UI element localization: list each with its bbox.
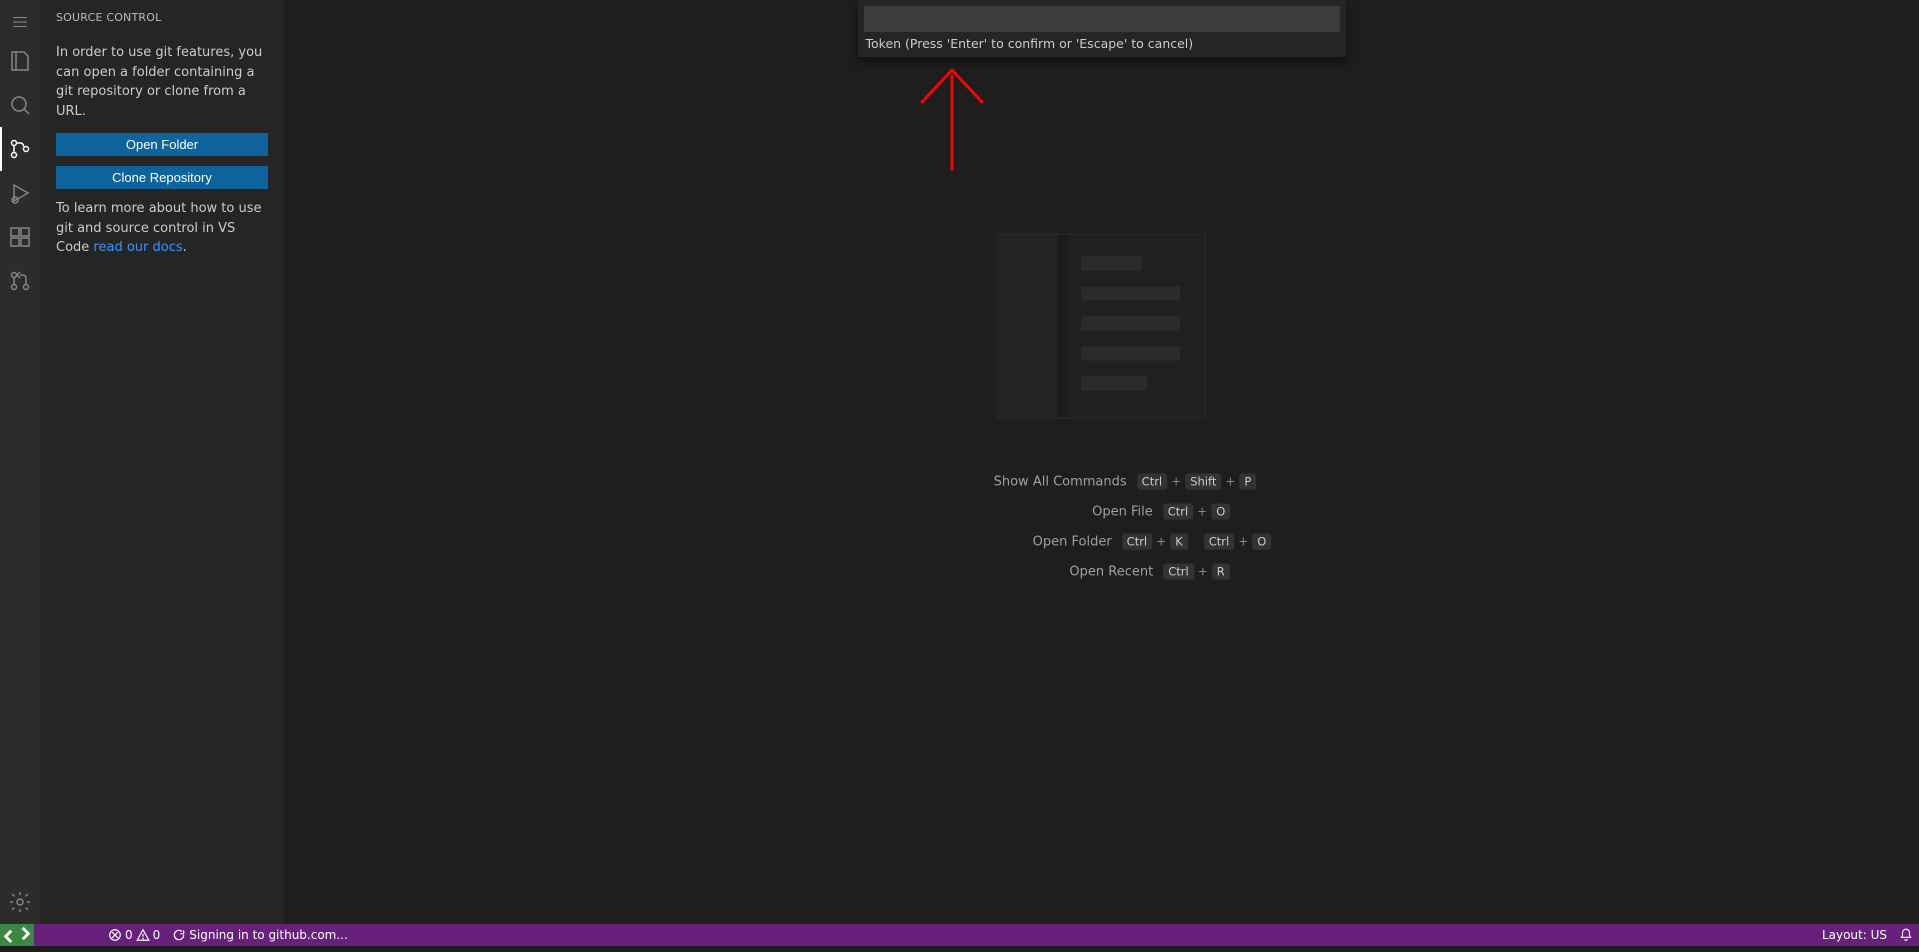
sidebar-intro-text: In order to use git features, you can op…	[56, 43, 268, 121]
sidebar-title: SOURCE CONTROL	[40, 0, 284, 35]
source-control-sidebar: SOURCE CONTROL In order to use git featu…	[40, 0, 284, 924]
signing-in-label: Signing in to github.com...	[189, 928, 348, 942]
keycap: P	[1239, 473, 1256, 490]
status-problems[interactable]: 0 0	[102, 924, 166, 946]
explorer-icon[interactable]	[0, 39, 40, 83]
search-icon[interactable]	[0, 83, 40, 127]
keycap: Shift	[1185, 473, 1221, 490]
clone-repository-button[interactable]: Clone Repository	[56, 166, 268, 189]
shortcut-label: Open Recent	[973, 564, 1153, 579]
shortcut-keys: Ctrl+O	[1163, 503, 1231, 520]
status-bar: 0 0 Signing in to github.com... Layout: …	[0, 924, 1919, 946]
keycap: O	[1252, 533, 1271, 550]
editor-watermark: Show All Commands Ctrl+Shift+P Open File Ct…	[932, 233, 1272, 580]
keycap: K	[1170, 533, 1188, 550]
app-menu-button[interactable]	[0, 4, 40, 39]
status-notifications-icon[interactable]	[1893, 924, 1919, 946]
shortcut-keys: Ctrl+KCtrl+O	[1122, 533, 1272, 550]
status-layout[interactable]: Layout: US	[1816, 924, 1893, 946]
sidebar-learn-text: To learn more about how to use git and s…	[56, 199, 268, 258]
extensions-icon[interactable]	[0, 215, 40, 259]
shortcut-row: Open FolderCtrl+KCtrl+O	[932, 533, 1272, 550]
shortcut-label: Show All Commands	[947, 474, 1127, 489]
open-folder-button[interactable]: Open Folder	[56, 133, 268, 156]
run-debug-icon[interactable]	[0, 171, 40, 215]
source-control-icon[interactable]	[0, 127, 40, 171]
shortcut-row: Open Recent Ctrl+R	[973, 563, 1230, 580]
shortcut-keys: Ctrl+Shift+P	[1137, 473, 1257, 490]
keycap: O	[1211, 503, 1230, 520]
keycap: Ctrl	[1163, 563, 1193, 580]
layout-label: Layout: US	[1822, 928, 1887, 942]
keycap: R	[1212, 563, 1230, 580]
activity-bar	[0, 0, 40, 924]
shortcut-label: Open Folder	[932, 534, 1112, 549]
editor-area: Token (Press 'Enter' to confirm or 'Esca…	[284, 0, 1919, 924]
shortcut-label: Open File	[973, 504, 1153, 519]
quick-input-hint: Token (Press 'Enter' to confirm or 'Esca…	[864, 32, 1340, 51]
watermark-file-icon	[996, 233, 1206, 418]
keycap: Ctrl	[1137, 473, 1167, 490]
status-signing-in[interactable]: Signing in to github.com...	[166, 924, 354, 946]
warning-count: 0	[153, 928, 161, 942]
keycap: Ctrl	[1204, 533, 1234, 550]
github-pr-icon[interactable]	[0, 259, 40, 303]
remote-button[interactable]	[0, 924, 34, 946]
watermark-shortcuts: Show All Commands Ctrl+Shift+P Open File Ct…	[932, 473, 1272, 580]
read-docs-link[interactable]: read our docs	[93, 240, 182, 255]
error-count: 0	[125, 928, 133, 942]
annotation-arrow-icon	[912, 64, 992, 174]
shortcut-keys: Ctrl+R	[1163, 563, 1230, 580]
keycap: Ctrl	[1122, 533, 1152, 550]
shortcut-row: Open File Ctrl+O	[973, 503, 1231, 520]
quick-input-widget: Token (Press 'Enter' to confirm or 'Esca…	[858, 0, 1346, 57]
token-input[interactable]	[864, 6, 1340, 32]
keycap: Ctrl	[1163, 503, 1193, 520]
shortcut-row: Show All Commands Ctrl+Shift+P	[947, 473, 1257, 490]
